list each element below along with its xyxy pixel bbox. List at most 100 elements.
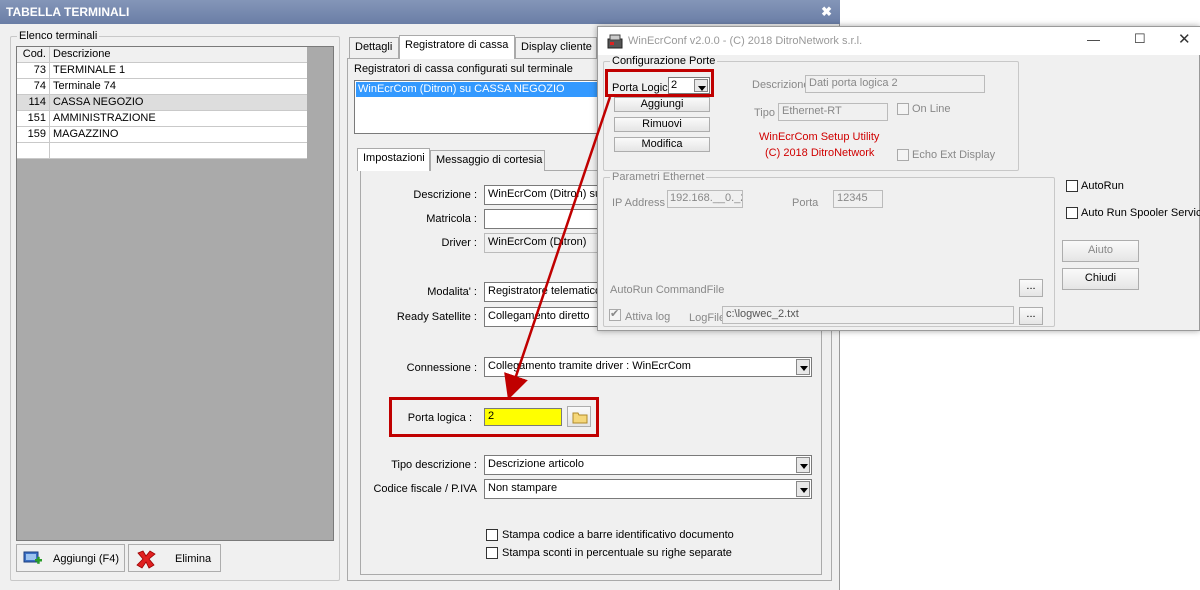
modify-port-button[interactable]: Modifica	[614, 137, 710, 152]
chevron-down-icon[interactable]	[796, 359, 810, 375]
table-header: Cod. Descrizione	[17, 47, 307, 63]
logfile-field: c:\logwec_2.txt	[722, 306, 1014, 324]
row-desc: TERMINALE 1	[53, 64, 126, 76]
sconti-checkbox[interactable]	[486, 547, 498, 559]
dialog-title-bar: WinEcrConf v2.0.0 - (C) 2018 DitroNetwor…	[598, 27, 1200, 55]
dialog-title: WinEcrConf v2.0.0 - (C) 2018 DitroNetwor…	[628, 35, 863, 47]
porta-logica-label: Porta logica :	[407, 412, 472, 424]
help-button[interactable]: Aiuto	[1062, 240, 1139, 262]
dialog-descrizione-label: Descrizione	[752, 79, 810, 91]
table-row-empty[interactable]	[17, 143, 307, 159]
online-checkbox[interactable]	[897, 103, 909, 115]
chevron-down-icon[interactable]	[796, 457, 810, 473]
tab-dettagli[interactable]: Dettagli	[349, 37, 399, 58]
minimize-icon[interactable]: —	[1087, 32, 1100, 47]
modalita-value: Registratore telematico	[488, 285, 602, 297]
porta-ethernet-field: 12345	[833, 190, 883, 208]
remove-port-button[interactable]: Rimuovi	[614, 117, 710, 132]
main-title-bar: TABELLA TERMINALI ✖	[0, 0, 840, 24]
row-desc	[50, 143, 53, 158]
close-icon[interactable]: ✖	[821, 4, 832, 20]
autorun-checkbox[interactable]	[1066, 180, 1078, 192]
chevron-down-icon[interactable]	[694, 79, 708, 92]
check-icon: ✔	[610, 308, 620, 320]
add-icon	[23, 551, 42, 564]
row-code: 151	[17, 111, 50, 126]
row-code: 159	[17, 127, 50, 142]
add-terminal-button[interactable]: Aggiungi (F4)	[16, 544, 125, 572]
close-button[interactable]: Chiudi	[1062, 268, 1139, 290]
tab-messaggio-cortesia[interactable]: Messaggio di cortesia	[430, 150, 545, 171]
porta-logica-field[interactable]: 2	[484, 408, 562, 426]
connessione-select[interactable]: Collegamento tramite driver : WinEcrCom	[484, 357, 812, 377]
table-row[interactable]: 159 MAGAZZINO	[17, 127, 307, 143]
delete-icon	[136, 550, 156, 569]
porta-logica-dialog-label: Porta Logica	[612, 82, 674, 94]
delete-terminal-button[interactable]: Elimina	[128, 544, 221, 572]
echo-display-label: Echo Ext Display	[912, 149, 996, 161]
code-column-header[interactable]: Cod.	[17, 47, 50, 62]
add-port-button[interactable]: Aggiungi	[614, 97, 710, 112]
table-row-selected[interactable]: 114 CASSA NEGOZIO	[17, 95, 307, 111]
browse-logfile-button[interactable]: ...	[1019, 307, 1043, 325]
barcode-checkbox[interactable]	[486, 529, 498, 541]
tipo-descrizione-select[interactable]: Descrizione articolo	[484, 455, 812, 475]
modalita-select[interactable]: Registratore telematico	[484, 282, 604, 302]
barcode-checkbox-label: Stampa codice a barre identificativo doc…	[502, 529, 734, 541]
dialog-tipo-label: Tipo	[754, 107, 775, 119]
connessione-value: Collegamento tramite driver : WinEcrCom	[488, 360, 691, 372]
row-code: 114	[17, 95, 50, 110]
browse-commandfile-button[interactable]: ...	[1019, 279, 1043, 297]
autorun-spooler-label: Auto Run Spooler Services	[1081, 207, 1200, 219]
browse-porta-button[interactable]	[567, 406, 591, 427]
window-title: TABELLA TERMINALI	[6, 5, 130, 19]
table-row[interactable]: 74 Terminale 74	[17, 79, 307, 95]
tab-impostazioni[interactable]: Impostazioni	[357, 148, 430, 171]
folder-icon	[572, 412, 588, 424]
row-desc: Terminale 74	[53, 80, 116, 92]
driver-field: WinEcrCom (Ditron)	[484, 233, 604, 253]
ready-satellite-value: Collegamento diretto	[488, 310, 590, 322]
terminal-table[interactable]: Cod. Descrizione 73 TERMINALE 1 74 Termi…	[16, 46, 334, 541]
row-desc: CASSA NEGOZIO	[53, 96, 144, 108]
ready-satellite-select[interactable]: Collegamento diretto	[484, 307, 604, 327]
desc-column-header[interactable]: Descrizione	[50, 47, 110, 62]
dialog-tipo-field: Ethernet-RT	[778, 103, 888, 121]
descrizione-field[interactable]: WinEcrCom (Ditron) su CASSA NEGOZIO	[484, 185, 604, 205]
row-desc: AMMINISTRAZIONE	[53, 112, 156, 124]
matricola-field[interactable]	[484, 209, 604, 229]
porta-logica-value: 2	[671, 79, 678, 91]
codice-fiscale-select[interactable]: Non stampare	[484, 479, 812, 499]
table-row[interactable]: 73 TERMINALE 1	[17, 63, 307, 79]
table-row[interactable]: 151 AMMINISTRAZIONE	[17, 111, 307, 127]
row-code: 73	[17, 63, 50, 78]
attiva-log-checkbox[interactable]: ✔	[609, 308, 621, 321]
row-desc: MAGAZZINO	[53, 128, 119, 140]
matricola-label: Matricola :	[426, 213, 477, 225]
driver-label: Driver :	[441, 237, 477, 249]
chevron-down-icon[interactable]	[796, 481, 810, 497]
setup-utility-line2: (C) 2018 DitroNetwork	[765, 147, 875, 159]
app-icon	[607, 34, 623, 49]
attiva-log-label: Attiva log	[625, 311, 671, 323]
list-item[interactable]: WinEcrCom (Ditron) su CASSA NEGOZIO	[356, 82, 600, 97]
row-code	[17, 143, 50, 158]
codice-fiscale-label: Codice fiscale / P.IVA	[373, 483, 477, 495]
registers-list[interactable]: WinEcrCom (Ditron) su CASSA NEGOZIO	[354, 80, 604, 134]
porta-logica-select[interactable]: 2	[668, 77, 710, 94]
setup-utility-line1: WinEcrCom Setup Utility	[759, 131, 880, 143]
autorun-spooler-checkbox[interactable]	[1066, 207, 1078, 219]
close-icon[interactable]: ✕	[1178, 30, 1191, 48]
maximize-icon[interactable]: ☐	[1134, 31, 1146, 47]
modalita-label: Modalita' :	[427, 286, 477, 298]
ip-address-field: 192.168.__0._25	[667, 190, 743, 208]
terminal-list-label: Elenco terminali	[17, 30, 100, 42]
registers-label: Registratori di cassa configurati sul te…	[354, 63, 573, 75]
codice-fiscale-value: Non stampare	[488, 482, 558, 494]
tab-registratore[interactable]: Registratore di cassa	[399, 35, 515, 59]
tipo-descrizione-label: Tipo descrizione :	[391, 459, 477, 471]
autorun-commandfile-label: AutoRun CommandFile	[610, 284, 725, 296]
tab-display-cliente[interactable]: Display cliente	[515, 37, 597, 58]
echo-display-checkbox[interactable]	[897, 149, 909, 161]
dialog-descrizione-field: Dati porta logica 2	[805, 75, 985, 93]
